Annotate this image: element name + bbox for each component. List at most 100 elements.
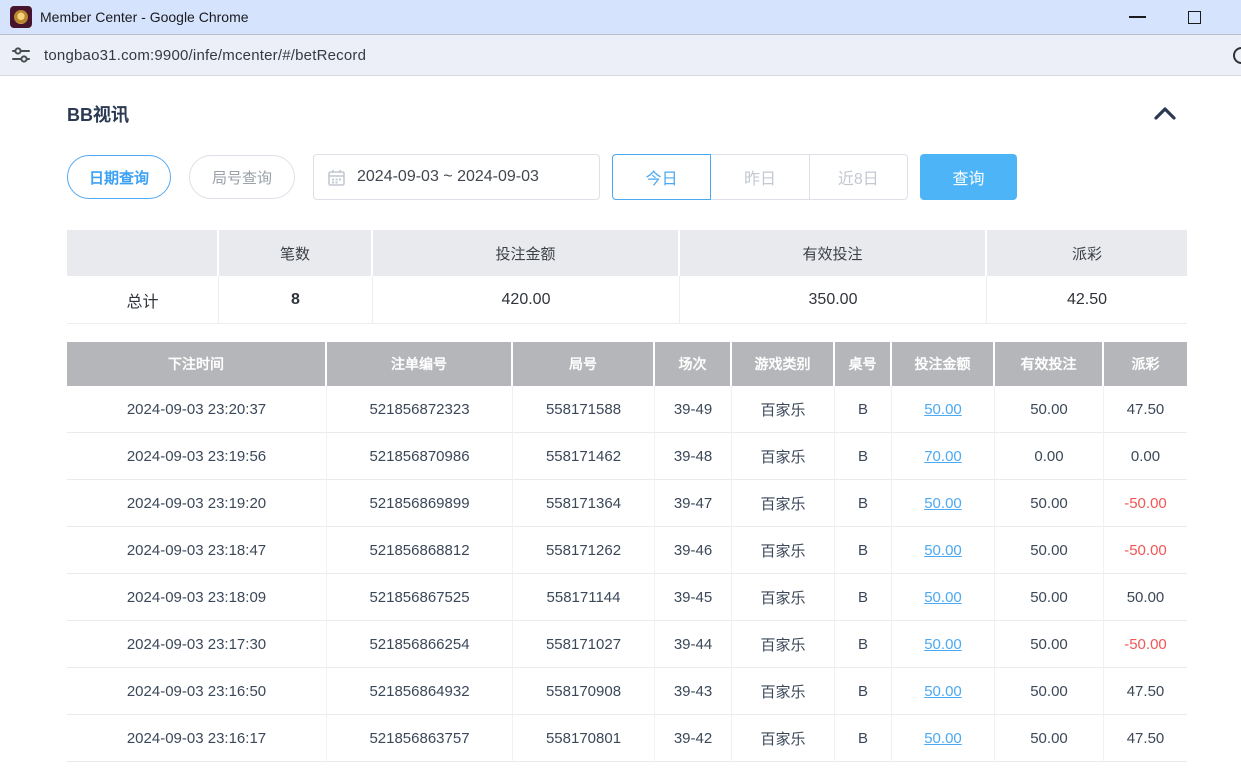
account-icon[interactable] bbox=[1233, 47, 1241, 64]
summary-row: 总计 8 420.00 350.00 42.50 bbox=[67, 276, 1187, 324]
quick-range-today[interactable]: 今日 bbox=[612, 154, 711, 200]
valid-bet-cell: 50.00 bbox=[995, 527, 1104, 574]
bet-amount-cell: 50.00 bbox=[892, 527, 995, 574]
col-session: 场次 bbox=[655, 342, 732, 386]
round-id-cell: 558171588 bbox=[513, 386, 655, 433]
round-query-tab[interactable]: 局号查询 bbox=[189, 155, 295, 199]
table-no-cell: B bbox=[835, 668, 892, 715]
table-row: 2024-09-03 23:18:09521856867525558171144… bbox=[67, 574, 1187, 621]
session-cell: 39-47 bbox=[655, 480, 732, 527]
table-row: 2024-09-03 23:17:30521856866254558171027… bbox=[67, 621, 1187, 668]
summary-header-count: 笔数 bbox=[219, 230, 373, 276]
bet-id-cell: 521856872323 bbox=[327, 386, 513, 433]
round-id-cell: 558171144 bbox=[513, 574, 655, 621]
summary-total-label: 总计 bbox=[67, 276, 219, 324]
summary-header-bet-amount: 投注金额 bbox=[373, 230, 680, 276]
search-button[interactable]: 查询 bbox=[920, 154, 1017, 200]
valid-bet-cell: 50.00 bbox=[995, 574, 1104, 621]
table-row: 2024-09-03 23:16:50521856864932558170908… bbox=[67, 668, 1187, 715]
bet-id-cell: 521856864932 bbox=[327, 668, 513, 715]
round-id-cell: 558171462 bbox=[513, 433, 655, 480]
bet-amount-cell: 50.00 bbox=[892, 715, 995, 762]
summary-header-payout: 派彩 bbox=[987, 230, 1187, 276]
bet-table-body: 2024-09-03 23:20:37521856872323558171588… bbox=[67, 386, 1187, 762]
quick-range-yesterday[interactable]: 昨日 bbox=[711, 155, 809, 199]
round-id-cell: 558170801 bbox=[513, 715, 655, 762]
table-no-cell: B bbox=[835, 715, 892, 762]
casino-chip-icon bbox=[10, 6, 32, 28]
chevron-up-icon[interactable] bbox=[1153, 105, 1177, 123]
bet-id-cell: 521856867525 bbox=[327, 574, 513, 621]
round-id-cell: 558170908 bbox=[513, 668, 655, 715]
url-field[interactable]: tongbao31.com:9900/infe/mcenter/#/betRec… bbox=[44, 47, 366, 64]
valid-bet-cell: 50.00 bbox=[995, 386, 1104, 433]
maximize-icon[interactable] bbox=[1188, 11, 1201, 24]
col-payout: 派彩 bbox=[1104, 342, 1187, 386]
bet-time-cell: 2024-09-03 23:16:17 bbox=[67, 715, 327, 762]
valid-bet-cell: 50.00 bbox=[995, 668, 1104, 715]
table-no-cell: B bbox=[835, 527, 892, 574]
bet-time-cell: 2024-09-03 23:18:47 bbox=[67, 527, 327, 574]
calendar-icon bbox=[328, 169, 345, 186]
bet-amount-cell: 50.00 bbox=[892, 480, 995, 527]
col-bet-time: 下注时间 bbox=[67, 342, 327, 386]
bet-amount-cell: 50.00 bbox=[892, 386, 995, 433]
game-type-cell: 百家乐 bbox=[732, 621, 835, 668]
summary-valid-bet: 350.00 bbox=[680, 276, 987, 324]
table-no-cell: B bbox=[835, 386, 892, 433]
table-row: 2024-09-03 23:18:47521856868812558171262… bbox=[67, 527, 1187, 574]
session-cell: 39-48 bbox=[655, 433, 732, 480]
valid-bet-cell: 50.00 bbox=[995, 480, 1104, 527]
game-type-cell: 百家乐 bbox=[732, 433, 835, 480]
session-cell: 39-46 bbox=[655, 527, 732, 574]
game-type-cell: 百家乐 bbox=[732, 715, 835, 762]
table-no-cell: B bbox=[835, 433, 892, 480]
summary-header-valid-bet: 有效投注 bbox=[680, 230, 987, 276]
summary-bet-amount: 420.00 bbox=[373, 276, 680, 324]
game-type-cell: 百家乐 bbox=[732, 668, 835, 715]
bet-time-cell: 2024-09-03 23:17:30 bbox=[67, 621, 327, 668]
col-game-type: 游戏类别 bbox=[732, 342, 835, 386]
bet-id-cell: 521856868812 bbox=[327, 527, 513, 574]
valid-bet-cell: 50.00 bbox=[995, 715, 1104, 762]
bet-amount-cell: 50.00 bbox=[892, 668, 995, 715]
bet-amount-link[interactable]: 50.00 bbox=[924, 636, 962, 653]
payout-cell: 0.00 bbox=[1104, 433, 1187, 480]
bet-amount-link[interactable]: 50.00 bbox=[924, 730, 962, 747]
table-row: 2024-09-03 23:19:20521856869899558171364… bbox=[67, 480, 1187, 527]
quick-range-group: 今日 昨日 近8日 bbox=[612, 154, 908, 200]
session-cell: 39-49 bbox=[655, 386, 732, 433]
session-cell: 39-44 bbox=[655, 621, 732, 668]
bet-record-table: 下注时间 注单编号 局号 场次 游戏类别 桌号 投注金额 有效投注 派彩 202… bbox=[67, 342, 1187, 762]
bet-amount-link[interactable]: 50.00 bbox=[924, 683, 962, 700]
bet-id-cell: 521856870986 bbox=[327, 433, 513, 480]
minimize-icon[interactable] bbox=[1129, 16, 1146, 18]
quick-range-last8days[interactable]: 近8日 bbox=[810, 155, 907, 199]
bet-amount-link[interactable]: 50.00 bbox=[924, 495, 962, 512]
bet-amount-link[interactable]: 50.00 bbox=[924, 401, 962, 418]
bet-amount-link[interactable]: 50.00 bbox=[924, 589, 962, 606]
site-settings-icon[interactable] bbox=[10, 44, 32, 66]
payout-cell: 47.50 bbox=[1104, 715, 1187, 762]
summary-table: 笔数 投注金额 有效投注 派彩 总计 8 420.00 350.00 42.50 bbox=[67, 230, 1187, 324]
address-bar: tongbao31.com:9900/infe/mcenter/#/betRec… bbox=[0, 35, 1241, 76]
date-query-tab[interactable]: 日期查询 bbox=[67, 155, 171, 199]
game-type-cell: 百家乐 bbox=[732, 527, 835, 574]
bet-time-cell: 2024-09-03 23:19:56 bbox=[67, 433, 327, 480]
bet-amount-cell: 50.00 bbox=[892, 621, 995, 668]
round-id-cell: 558171262 bbox=[513, 527, 655, 574]
filter-bar: 日期查询 局号查询 2024-09-03 ~ 2024-09-03 今日 昨日 … bbox=[67, 154, 1187, 200]
table-no-cell: B bbox=[835, 480, 892, 527]
payout-cell: -50.00 bbox=[1104, 480, 1187, 527]
game-type-cell: 百家乐 bbox=[732, 386, 835, 433]
summary-payout: 42.50 bbox=[987, 276, 1187, 324]
summary-header-blank bbox=[67, 230, 219, 276]
bet-id-cell: 521856866254 bbox=[327, 621, 513, 668]
date-range-input[interactable]: 2024-09-03 ~ 2024-09-03 bbox=[313, 154, 600, 200]
bet-amount-link[interactable]: 70.00 bbox=[924, 448, 962, 465]
payout-cell: 47.50 bbox=[1104, 668, 1187, 715]
bet-amount-cell: 70.00 bbox=[892, 433, 995, 480]
game-type-cell: 百家乐 bbox=[732, 480, 835, 527]
bet-amount-link[interactable]: 50.00 bbox=[924, 542, 962, 559]
game-type-cell: 百家乐 bbox=[732, 574, 835, 621]
